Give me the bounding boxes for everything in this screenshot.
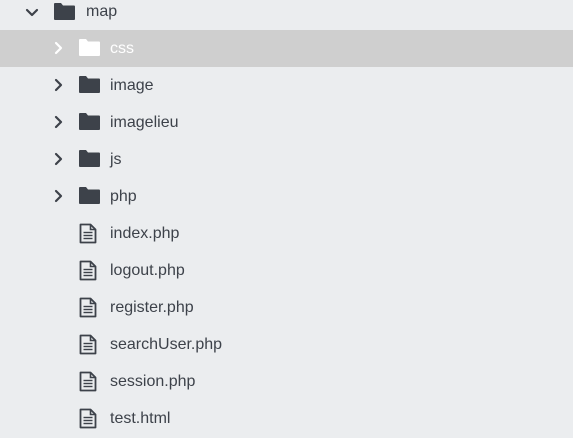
tree-item-logout-php[interactable]: logout.php: [0, 252, 573, 289]
tree-item-test-html[interactable]: test.html: [0, 400, 573, 437]
tree-item-label: logout.php: [110, 262, 185, 279]
tree-item-label: session.php: [110, 373, 196, 390]
chevron-down-icon[interactable]: [25, 4, 39, 22]
folder-icon: [79, 39, 100, 56]
tree-item-label: test.html: [110, 410, 171, 427]
folder-icon: [79, 150, 100, 167]
tree-item-css[interactable]: css: [0, 30, 573, 67]
tree-item-image[interactable]: image: [0, 67, 573, 104]
tree-item-session-php[interactable]: session.php: [0, 363, 573, 400]
chevron-right-icon[interactable]: [52, 113, 66, 131]
tree-item-label: php: [110, 188, 137, 205]
file-icon: [79, 408, 97, 429]
folder-icon: [79, 187, 100, 204]
file-icon: [79, 371, 97, 392]
tree-item-label: register.php: [110, 299, 194, 316]
tree-item-label: map: [86, 3, 118, 20]
tree-item-map[interactable]: map: [0, 0, 573, 30]
chevron-right-icon[interactable]: [52, 150, 66, 168]
tree-item-php[interactable]: php: [0, 178, 573, 215]
file-icon: [79, 334, 97, 355]
tree-item-imagelieu[interactable]: imagelieu: [0, 104, 573, 141]
file-tree: map css image imagelieu js php index.php…: [0, 0, 573, 438]
tree-item-register-php[interactable]: register.php: [0, 289, 573, 326]
tree-item-js[interactable]: js: [0, 141, 573, 178]
tree-item-label: image: [110, 77, 154, 94]
file-icon: [79, 260, 97, 281]
tree-item-label: index.php: [110, 225, 180, 242]
tree-item-label: searchUser.php: [110, 336, 223, 353]
tree-item-label: imagelieu: [110, 114, 179, 131]
tree-item-label: js: [110, 151, 122, 168]
folder-icon: [54, 3, 75, 20]
chevron-right-icon[interactable]: [52, 187, 66, 205]
file-icon: [79, 297, 97, 318]
tree-item-index-php[interactable]: index.php: [0, 215, 573, 252]
folder-icon: [79, 113, 100, 130]
folder-icon: [79, 76, 100, 93]
tree-item-searchuser-php[interactable]: searchUser.php: [0, 326, 573, 363]
file-icon: [79, 223, 97, 244]
tree-item-label: css: [110, 40, 134, 57]
chevron-right-icon[interactable]: [52, 76, 66, 94]
chevron-right-icon[interactable]: [52, 39, 66, 57]
